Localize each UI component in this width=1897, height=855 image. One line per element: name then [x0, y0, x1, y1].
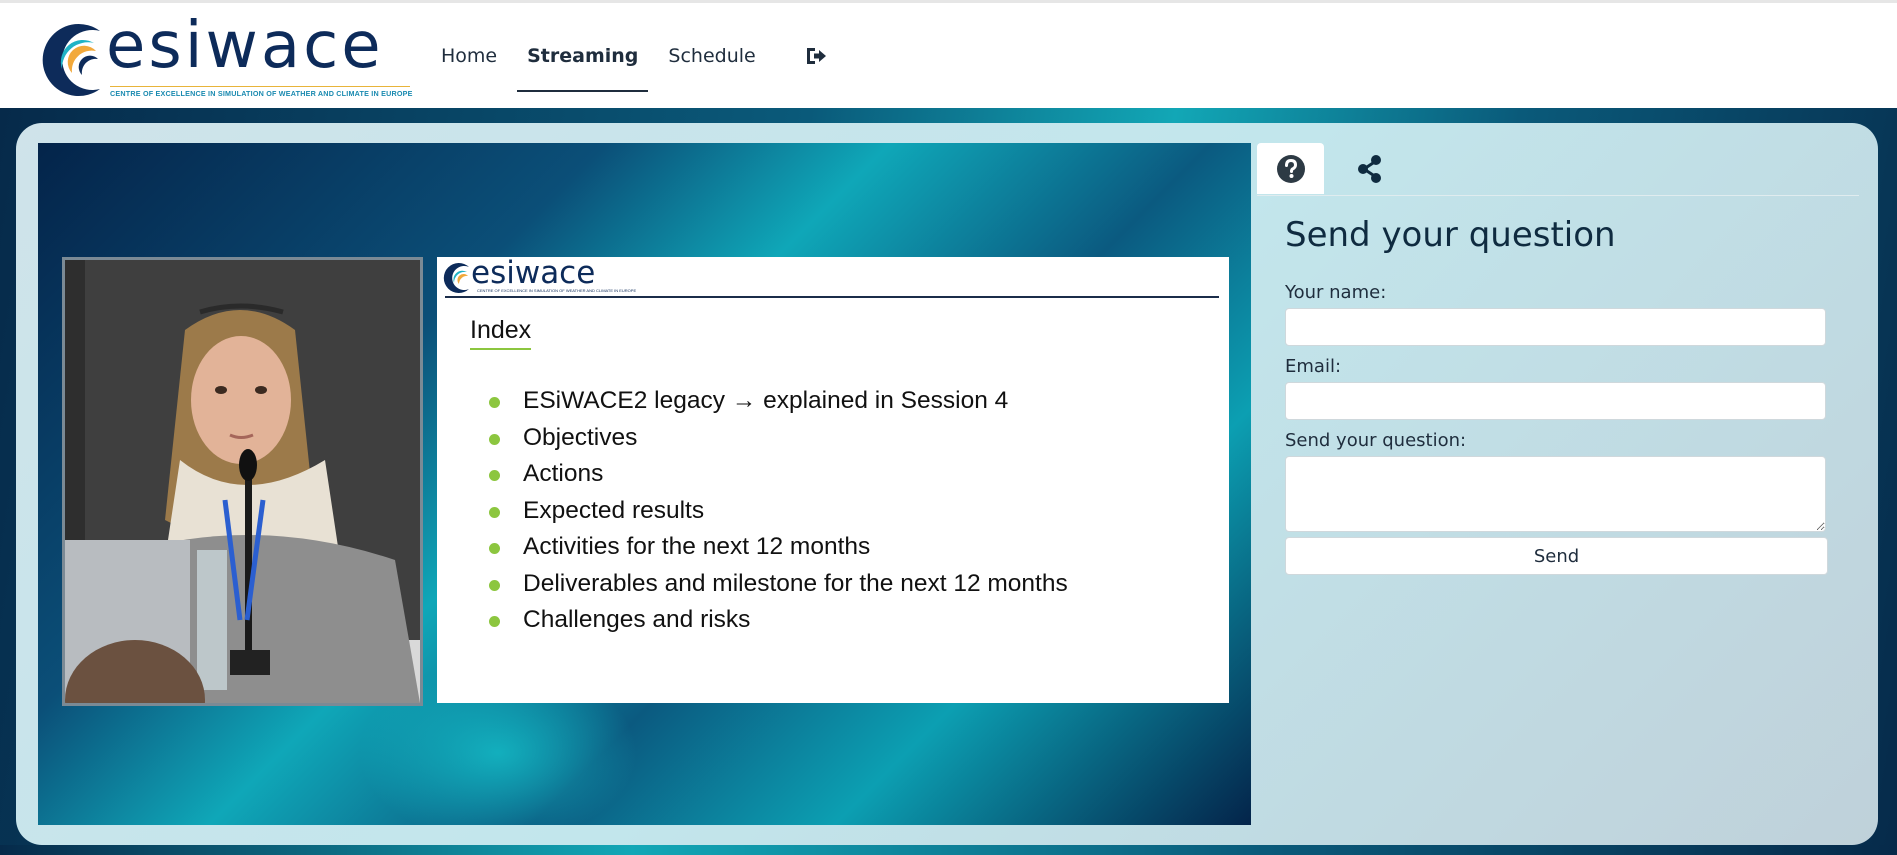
nav-schedule[interactable]: Schedule [657, 31, 766, 81]
bullet-dot-icon [489, 616, 500, 627]
tab-share[interactable] [1336, 143, 1403, 194]
slide-logo-tagline: CENTRE OF EXCELLENCE IN SIMULATION OF WE… [477, 288, 637, 293]
bottom-strip [0, 845, 1897, 855]
name-input[interactable] [1285, 308, 1826, 346]
bullet-dot-icon [489, 433, 500, 445]
esiwace-logo-mark-icon [42, 24, 100, 96]
nav-streaming[interactable]: Streaming [516, 31, 649, 92]
email-input[interactable] [1285, 382, 1826, 420]
slide-bullet-item: Deliverables and milestone for the next … [489, 566, 1068, 603]
send-button[interactable]: Send [1285, 537, 1828, 575]
slide-bullet-item: Objectives [489, 420, 1068, 457]
esiwace-logo[interactable]: esiwace CENTRE OF EXCELLENCE IN SIMULATI… [34, 9, 414, 99]
question-label: Send your question: [1285, 430, 1467, 451]
slide-bullet-item: Challenges and risks [489, 602, 1068, 639]
bullet-dot-icon [489, 397, 500, 408]
nav-home[interactable]: Home [430, 31, 508, 81]
video-player[interactable]: esiwace CENTRE OF EXCELLENCE IN SIMULATI… [38, 143, 1251, 825]
question-circle-icon [1276, 154, 1305, 183]
bullet-dot-icon [489, 470, 500, 481]
bullet-dot-icon [489, 506, 500, 518]
tab-questions[interactable] [1257, 143, 1324, 194]
panel-title: Send your question [1285, 215, 1616, 255]
slide-bullet-item: Activities for the next 12 months [489, 529, 1068, 566]
slide-bullet-item: ESiWACE2 legacy → explained in Session 4 [489, 383, 1068, 420]
slide-logo-mark-icon [443, 263, 469, 293]
share-icon [1357, 154, 1381, 183]
main-nav: Home Streaming Schedule [430, 3, 827, 108]
slide-bullet-item: Actions [489, 456, 1068, 493]
slide-logo-wordmark: esiwace [471, 255, 596, 291]
logo-tagline: CENTRE OF EXCELLENCE IN SIMULATION OF WE… [110, 86, 412, 98]
slide-header-rule [445, 296, 1219, 298]
bullet-dot-icon [489, 579, 500, 591]
email-label: Email: [1285, 356, 1342, 377]
bullet-dot-icon [489, 543, 500, 554]
logo-wordmark: esiwace [106, 9, 384, 83]
panel-tabs [1257, 143, 1859, 196]
speaker-video [62, 257, 423, 706]
sign-out-icon[interactable] [805, 46, 827, 66]
presentation-slide: esiwace CENTRE OF EXCELLENCE IN SIMULATI… [437, 255, 1229, 703]
name-label: Your name: [1285, 282, 1387, 303]
question-textarea[interactable] [1285, 456, 1826, 532]
slide-bullet-list: ESiWACE2 legacy → explained in Session 4… [489, 383, 1068, 639]
speaker-image [65, 260, 420, 703]
site-header: esiwace CENTRE OF EXCELLENCE IN SIMULATI… [0, 3, 1897, 109]
slide-bullet-item: Expected results [489, 493, 1068, 530]
slide-title: Index [470, 316, 532, 350]
